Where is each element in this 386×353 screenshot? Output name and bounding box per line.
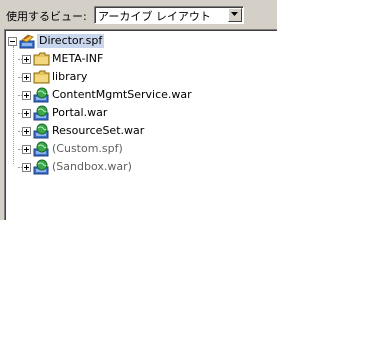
plus-icon — [24, 165, 29, 170]
war-globe-icon — [33, 105, 50, 121]
expand-toggle[interactable] — [22, 91, 31, 100]
tree-root-label: Director.spf — [37, 34, 105, 48]
plus-icon — [24, 111, 29, 116]
plus-icon — [24, 75, 29, 80]
plus-icon — [24, 93, 29, 98]
tree-item-row[interactable]: ResourceSet.war — [5, 122, 265, 140]
tree-item-label: library — [52, 70, 88, 83]
view-panel: 使用するビュー: アーカイブ レイアウト Director.spf META-I… — [0, 0, 277, 220]
view-selector-label: 使用するビュー: — [6, 10, 87, 23]
view-selector-value: アーカイブ レイアウト — [98, 10, 211, 23]
expand-toggle[interactable] — [22, 73, 31, 82]
expand-toggle[interactable] — [22, 109, 31, 118]
minus-icon — [10, 41, 15, 42]
tree-item-row[interactable]: (Sandbox.war) — [5, 158, 265, 176]
expand-toggle[interactable] — [22, 55, 31, 64]
tree-item-label: Portal.war — [52, 106, 108, 119]
tree-item-row[interactable]: (Custom.spf) — [5, 140, 265, 158]
war-globe-icon — [33, 159, 50, 175]
project-icon — [19, 33, 36, 49]
collapse-toggle[interactable] — [8, 37, 17, 46]
tree-item-row[interactable]: library — [5, 68, 265, 86]
plus-icon — [24, 147, 29, 152]
war-globe-icon — [33, 141, 50, 157]
tree-item-label: ContentMgmtService.war — [52, 88, 192, 101]
chevron-down-icon — [231, 12, 238, 16]
war-globe-icon — [33, 123, 50, 139]
tree-item-row[interactable]: ContentMgmtService.war — [5, 86, 265, 104]
tree-item-label: ResourceSet.war — [52, 124, 145, 137]
dropdown-arrow-button[interactable] — [228, 8, 242, 22]
war-globe-icon — [33, 87, 50, 103]
tree-item-label: (Custom.spf) — [52, 142, 123, 155]
tree-item-row[interactable]: Portal.war — [5, 104, 265, 122]
tree-item-row[interactable]: META-INF — [5, 50, 265, 68]
tree-item-label: (Sandbox.war) — [52, 160, 132, 173]
folder-icon — [33, 69, 50, 85]
tree-item-label: META-INF — [52, 52, 104, 65]
expand-toggle[interactable] — [22, 145, 31, 154]
expand-toggle[interactable] — [22, 163, 31, 172]
view-selector-dropdown[interactable]: アーカイブ レイアウト — [94, 6, 244, 24]
tree-root-row[interactable]: Director.spf — [5, 32, 265, 50]
archive-tree[interactable]: Director.spf META-INF library ContentMgmtS… — [4, 29, 277, 220]
plus-icon — [24, 57, 29, 62]
plus-icon — [24, 129, 29, 134]
folder-icon — [33, 51, 50, 67]
expand-toggle[interactable] — [22, 127, 31, 136]
